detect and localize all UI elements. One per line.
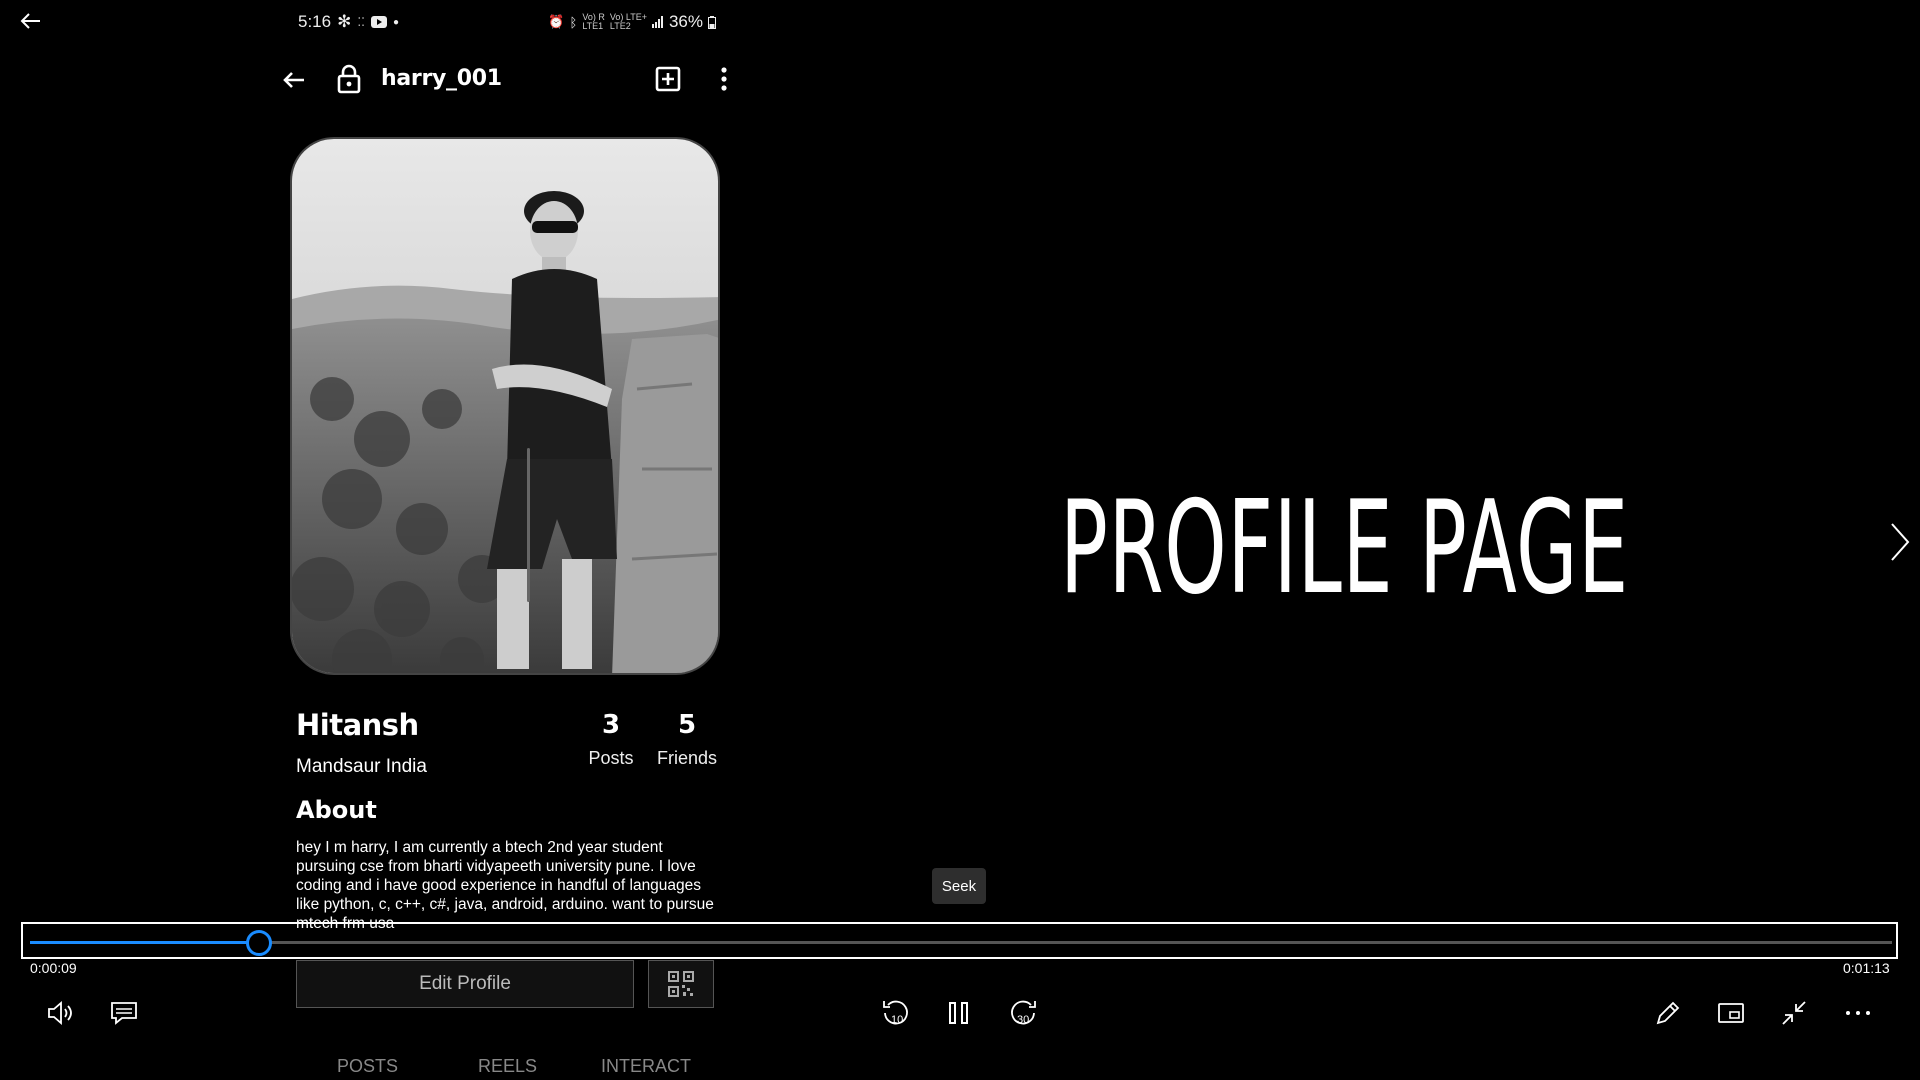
about-heading: About <box>296 796 377 824</box>
slide-title: PROFILE PAGE <box>1060 474 1629 623</box>
youtube-icon <box>370 16 387 28</box>
overflow-menu-icon[interactable] <box>714 66 734 92</box>
profile-photo <box>290 137 720 675</box>
signal-sim1: Vo) R LTE1 <box>582 12 605 31</box>
seek-thumb[interactable] <box>246 930 273 956</box>
battery-icon <box>708 15 716 29</box>
status-time: 5:16 <box>298 12 332 31</box>
lock-icon <box>336 64 362 94</box>
alarm-icon: ⏰ <box>548 14 565 29</box>
rewind-label: 10 <box>891 1014 903 1026</box>
more-icon[interactable] <box>1838 993 1878 1033</box>
phone-screen: 5:16 ✻ ⁚⁚ ● ⏰ ᛒ Vo) R LTE1 Vo) LTE+ LTE2… <box>262 0 742 1080</box>
status-bar: 5:16 ✻ ⁚⁚ ● ⏰ ᛒ Vo) R LTE1 Vo) LTE+ LTE2… <box>298 10 716 36</box>
notification-dot-icon: ● <box>392 16 400 28</box>
friends-label: Friends <box>656 748 718 768</box>
captions-icon[interactable] <box>104 993 144 1033</box>
fan-icon: ✻ <box>337 12 352 31</box>
mini-view-icon[interactable] <box>1711 993 1751 1033</box>
bluetooth-icon: ᛒ <box>569 14 578 30</box>
seek-tooltip: Seek <box>932 868 986 904</box>
friends-count: 5 <box>677 710 697 740</box>
add-post-icon[interactable] <box>655 66 681 92</box>
posts-label: Posts <box>588 748 634 768</box>
current-time: 0:00:09 <box>30 960 77 976</box>
qr-code-icon[interactable] <box>648 960 714 1008</box>
seek-progress <box>30 941 260 944</box>
about-text: hey I m harry, I am currently a btech 2n… <box>296 839 714 932</box>
tab-posts[interactable]: POSTS <box>337 1056 398 1077</box>
back-arrow-icon[interactable] <box>18 8 44 34</box>
profile-name: Hitansh <box>296 708 419 742</box>
tab-reels[interactable]: REELS <box>478 1056 537 1077</box>
profile-username: harry_001 <box>381 66 502 91</box>
dots-icon: ⁚⁚ <box>357 15 365 29</box>
back-arrow-icon[interactable] <box>280 66 308 94</box>
chevron-right-icon[interactable] <box>1886 518 1912 566</box>
signal-sim2: Vo) LTE+ LTE2 <box>609 12 647 31</box>
seek-track[interactable] <box>30 941 1892 944</box>
side-handle <box>527 448 530 602</box>
battery-percent: 36% <box>668 12 703 31</box>
exit-fullscreen-icon[interactable] <box>1774 993 1814 1033</box>
signal-bars-icon <box>651 16 664 28</box>
rewind-10-icon[interactable]: 10 <box>876 993 916 1033</box>
volume-icon[interactable] <box>41 993 81 1033</box>
friends-stat[interactable]: 5 Friends <box>647 710 727 769</box>
pause-icon[interactable] <box>939 993 979 1033</box>
pen-icon[interactable] <box>1648 993 1688 1033</box>
profile-location: Mandsaur India <box>296 756 427 777</box>
posts-count: 3 <box>601 710 621 740</box>
tab-interact[interactable]: INTERACT <box>601 1056 691 1077</box>
edit-profile-button[interactable]: Edit Profile <box>296 960 634 1008</box>
posts-stat[interactable]: 3 Posts <box>571 710 651 769</box>
total-time: 0:01:13 <box>1843 960 1890 976</box>
forward-label: 30 <box>1017 1014 1029 1026</box>
forward-30-icon[interactable]: 30 <box>1003 993 1043 1033</box>
